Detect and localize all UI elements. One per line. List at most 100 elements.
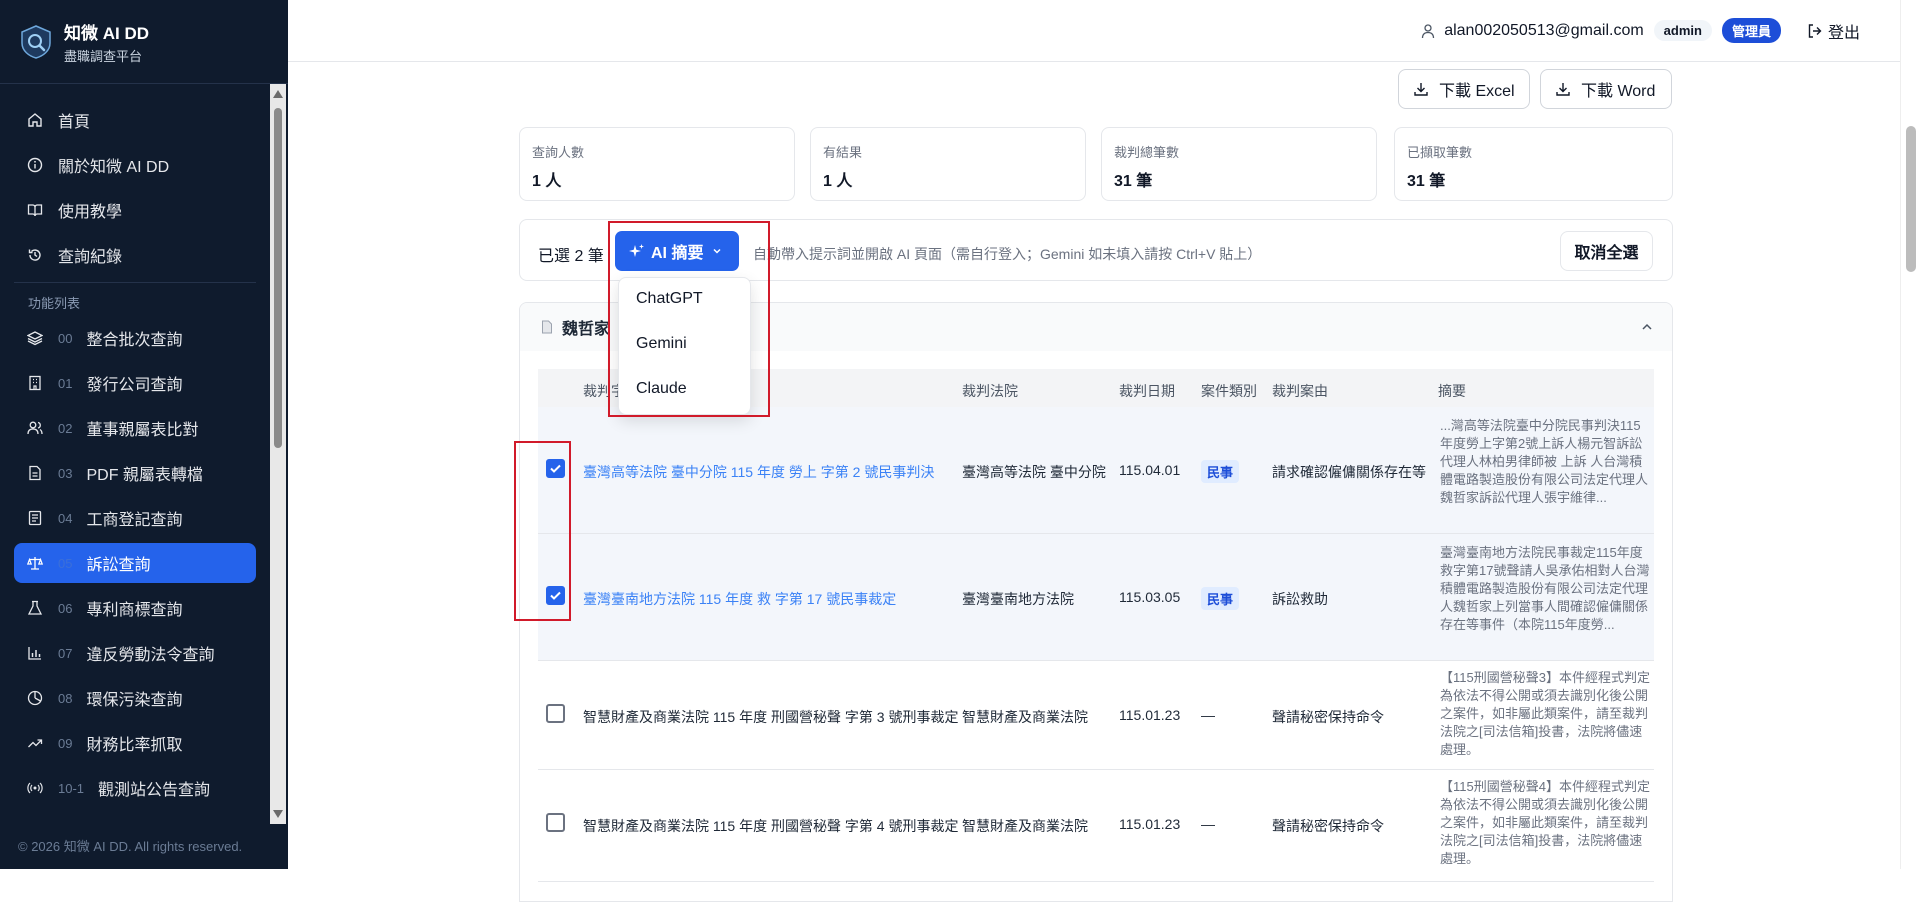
table-row: 臺灣臺南地方法院 115 年度 救 字第 17 號民事裁定 臺灣臺南地方法院 1… — [538, 534, 1654, 661]
download-word-button[interactable]: 下載 Word — [1540, 69, 1672, 109]
row-checkbox[interactable] — [546, 813, 565, 832]
cause-cell: 訴訟救助 — [1272, 591, 1328, 607]
court-cell: 臺灣高等法院 臺中分院 — [962, 464, 1106, 480]
history-icon — [26, 246, 44, 264]
sidebar-item-labor[interactable]: 07 違反勞動法令查詢 — [14, 633, 256, 673]
sidebar-item-home[interactable]: 首頁 — [14, 100, 256, 140]
stat-extracted: 已擷取筆數 31 筆 — [1394, 127, 1673, 201]
ai-hint-text: 自動帶入提示詞並開啟 AI 頁面（需自行登入；Gemini 如未填入請按 Ctr… — [753, 246, 1262, 262]
sidebar-item-pdf[interactable]: 03 PDF 親屬表轉檔 — [14, 453, 256, 493]
scroll-down-icon[interactable] — [273, 810, 283, 818]
book-icon — [26, 201, 44, 219]
sidebar-item-number: 08 — [58, 690, 73, 706]
stat-label: 有結果 — [823, 145, 863, 160]
column-header: 案件類別 — [1201, 383, 1257, 399]
sidebar-item-number: 04 — [58, 510, 73, 526]
sidebar-item-environment[interactable]: 08 環保污染查詢 — [14, 678, 256, 718]
judgment-title[interactable]: 智慧財產及商業法院 115 年度 刑國營秘聲 字第 4 號刑事裁定 — [583, 816, 958, 836]
judgment-link[interactable]: 臺灣臺南地方法院 115 年度 救 字第 17 號民事裁定 — [583, 589, 896, 609]
stat-with-results: 有結果 1 人 — [810, 127, 1086, 201]
sidebar-item-directors[interactable]: 02 董事親屬表比對 — [14, 408, 256, 448]
sidebar-item-number: 02 — [58, 420, 73, 436]
cause-cell: 請求確認僱傭關係存在等 — [1272, 464, 1426, 480]
sidebar-nav: 首頁 關於知微 AI DD 使用教學 查詢紀錄 功能列表 00 整合批次查詢 0… — [0, 84, 270, 824]
sidebar-item-litigation[interactable]: 05 訴訟查詢 — [14, 543, 256, 583]
sidebar-item-number: 03 — [58, 465, 73, 481]
sidebar-item-about[interactable]: 關於知微 AI DD — [14, 145, 256, 185]
stat-value: 31 筆 — [1114, 173, 1153, 190]
case-type-badge: 民事 — [1201, 587, 1240, 610]
column-header: 裁判案由 — [1272, 383, 1328, 399]
stat-label: 查詢人數 — [532, 145, 585, 160]
sidebar-item-label: 環保污染查詢 — [86, 692, 183, 709]
sidebar-item-number: 05 — [58, 555, 73, 571]
stat-query-count: 查詢人數 1 人 — [519, 127, 795, 201]
sidebar-item-label: 關於知微 AI DD — [58, 159, 170, 176]
sidebar-item-label: 觀測站公告查詢 — [98, 782, 211, 799]
deselect-all-button[interactable]: 取消全選 — [1560, 231, 1653, 271]
sidebar-item-issuer[interactable]: 01 發行公司查詢 — [14, 363, 256, 403]
sidebar-item-label: 違反勞動法令查詢 — [86, 647, 215, 664]
file-icon — [26, 464, 44, 482]
summary-cell: 【115刑國營秘聲4】本件經程式判定為依法不得公開或須去識別化後公開之案件，如非… — [1440, 779, 1650, 866]
sidebar-item-label: 使用教學 — [58, 204, 123, 221]
sidebar-item-label: PDF 親屬表轉檔 — [86, 467, 203, 484]
sidebar-item-label: 訴訟查詢 — [86, 557, 151, 574]
table-row: 臺灣高等法院 臺中分院 115 年度 勞上 字第 2 號民事判決 臺灣高等法院 … — [538, 407, 1654, 534]
sidebar-item-registry[interactable]: 04 工商登記查詢 — [14, 498, 256, 538]
trend-icon — [26, 734, 44, 752]
brand-title: 知微 AI DD — [64, 23, 149, 43]
shield-logo-icon — [21, 24, 51, 59]
download-word-label: 下載 Word — [1581, 83, 1656, 100]
logout-icon — [1808, 23, 1822, 38]
sidebar-item-number: 01 — [58, 375, 73, 391]
selected-count: 已選 2 筆 — [538, 248, 604, 265]
judgment-link[interactable]: 臺灣高等法院 臺中分院 115 年度 勞上 字第 2 號民事判決 — [583, 462, 934, 482]
summary-cell: 【115刑國營秘聲3】本件經程式判定為依法不得公開或須去識別化後公開之案件，如非… — [1440, 670, 1650, 757]
building-icon — [26, 374, 44, 392]
chevron-up-icon[interactable] — [1640, 320, 1654, 334]
section-label: 功能列表 — [28, 296, 81, 311]
row-checkbox[interactable] — [546, 704, 565, 723]
scroll-up-icon[interactable] — [273, 90, 283, 98]
document-icon — [542, 320, 552, 334]
column-header: 裁判日期 — [1119, 383, 1175, 399]
sidebar-scroll-thumb[interactable] — [274, 108, 282, 448]
court-cell: 智慧財產及商業法院 — [962, 709, 1088, 725]
broadcast-icon — [26, 779, 44, 797]
bar-chart-icon — [26, 644, 44, 662]
highlight-box-checkboxes — [514, 441, 571, 621]
judgment-title[interactable]: 智慧財產及商業法院 115 年度 刑國營秘聲 字第 3 號刑事裁定 — [583, 707, 958, 727]
stat-value: 1 人 — [532, 173, 562, 190]
sidebar-item-batch[interactable]: 00 整合批次查詢 — [14, 318, 256, 358]
date-cell: 115.01.23 — [1119, 816, 1181, 832]
court-cell: 臺灣臺南地方法院 — [962, 591, 1074, 607]
footer-copyright: © 2026 知微 AI DD. All rights reserved. — [18, 839, 243, 854]
register-icon — [26, 509, 44, 527]
sidebar-item-patent[interactable]: 06 專利商標查詢 — [14, 588, 256, 628]
role-badge: admin — [1653, 20, 1712, 41]
sidebar-item-tutorial[interactable]: 使用教學 — [14, 190, 256, 230]
date-cell: 115.04.01 — [1119, 462, 1181, 478]
column-header: 摘要 — [1438, 383, 1466, 399]
flask-icon — [26, 599, 44, 617]
sidebar: 知微 AI DD 盡職調查平台 首頁 關於知微 AI DD 使用教學 查詢紀錄 … — [0, 0, 288, 869]
user-area: alan002050513@gmail.com admin 管理員 登出 — [1420, 18, 1860, 43]
users-icon — [26, 419, 44, 437]
summary-cell: ...灣高等法院臺中分院民事判決115年度勞上字第2號上訴人楊元智訴訟代理人林柏… — [1440, 418, 1649, 505]
divider — [14, 282, 256, 283]
date-cell: 115.03.05 — [1119, 589, 1181, 605]
sidebar-item-financial[interactable]: 09 財務比率抓取 — [14, 723, 256, 763]
stat-total-judgments: 裁判總筆數 31 筆 — [1101, 127, 1377, 201]
admin-badge: 管理員 — [1721, 18, 1781, 43]
stat-label: 已擷取筆數 — [1407, 145, 1473, 160]
sidebar-item-mops[interactable]: 10-1 觀測站公告查詢 — [14, 768, 256, 808]
date-cell: 115.01.23 — [1119, 707, 1181, 723]
sidebar-item-history[interactable]: 查詢紀錄 — [14, 235, 256, 275]
case-type-badge: 民事 — [1201, 460, 1240, 483]
logout-button[interactable]: 登出 — [1807, 19, 1860, 43]
download-excel-button[interactable]: 下載 Excel — [1398, 69, 1530, 109]
panel-title: 魏哲家 — [562, 321, 611, 338]
sidebar-item-number: 09 — [58, 735, 73, 751]
main-scroll-thumb[interactable] — [1906, 126, 1916, 272]
